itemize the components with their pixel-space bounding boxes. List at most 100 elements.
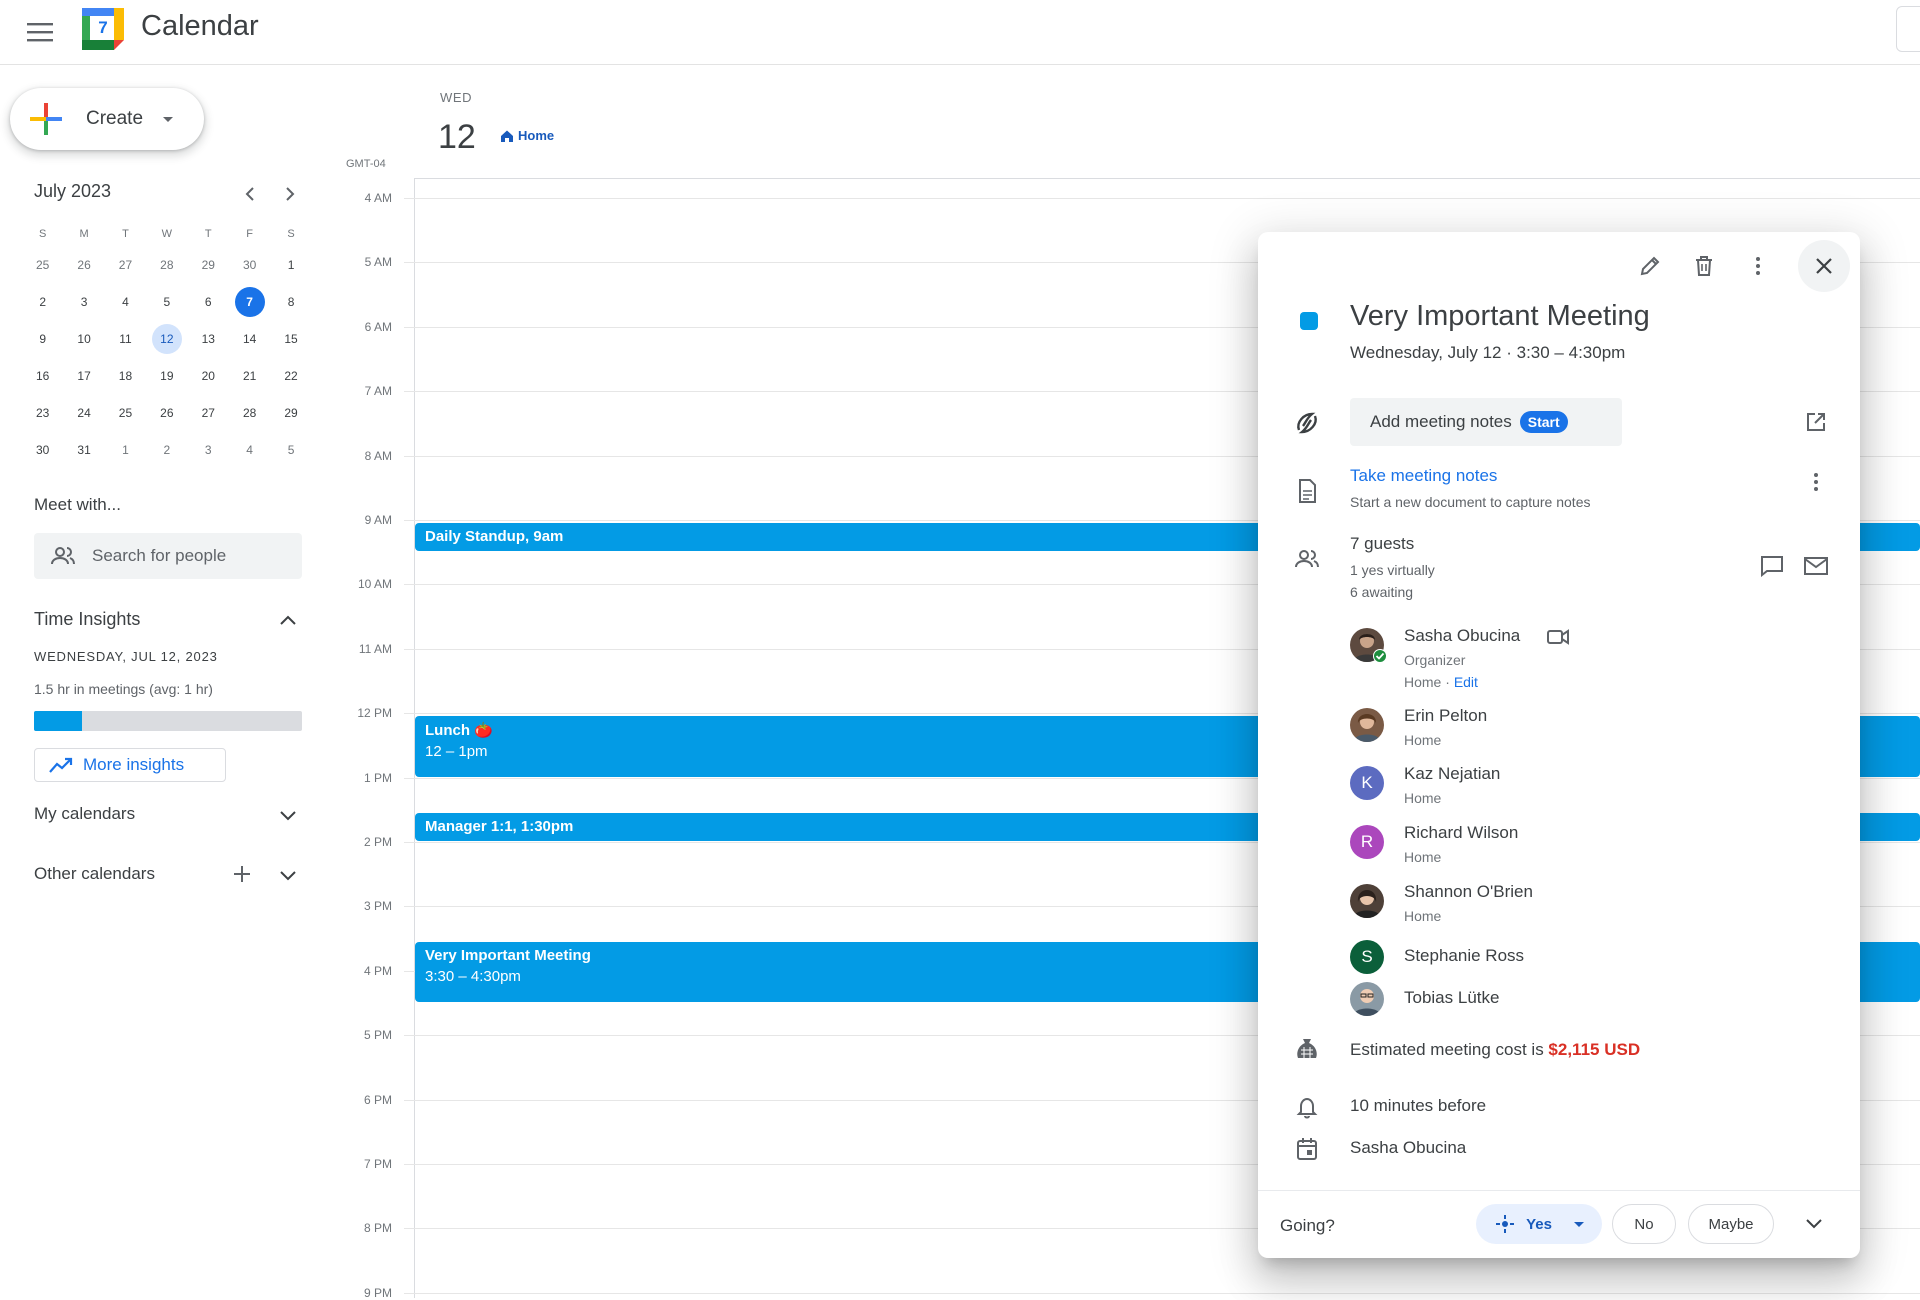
guests-icon [1295,550,1319,568]
avatar [1350,708,1384,742]
mini-calendar-day[interactable]: 29 [270,398,311,428]
guest-name: Sasha Obucina [1404,626,1521,645]
weekday-label: T [204,228,212,240]
rsvp-no-button[interactable]: No [1612,1204,1676,1244]
hour-label: 7 PM [363,1157,392,1171]
mini-calendar-day[interactable]: 2 [22,287,63,317]
my-calendars-expand-button[interactable] [272,800,304,832]
day-number: 5 [163,294,171,309]
reminder-text: 10 minutes before [1350,1096,1487,1115]
notes-options-button[interactable] [1796,462,1836,502]
mini-calendar-day[interactable]: 7 [229,286,270,317]
add-meeting-notes-button[interactable]: Add meeting notes Start [1350,398,1622,446]
hour-tick [404,262,414,264]
mini-calendar-day[interactable]: 24 [63,398,104,428]
hour-label: 1 PM [363,770,392,785]
time-insights-collapse-button[interactable] [272,604,304,636]
day-number: 23 [36,405,50,420]
accepted-check-icon [1373,649,1387,663]
mini-calendar-day[interactable]: 28 [229,398,270,428]
plus-icon [30,103,62,135]
take-meeting-notes-description: Start a new document to capture notes [1350,494,1591,510]
day-number: 7 [234,286,265,317]
trash-icon [1696,256,1712,276]
my-calendars-title: My calendars [34,804,136,823]
video-camera-icon [1547,629,1569,645]
avatar: K [1350,766,1384,800]
guest-location: Home [1404,849,1442,865]
delete-event-button[interactable] [1684,246,1724,286]
hour-label: 7 AM [364,384,392,399]
hour-tick [404,455,414,457]
mini-calendar-day[interactable]: 8 [270,287,311,317]
guest-location-text: Home [1404,674,1442,690]
day-header-divider [414,178,1920,179]
day-number: 25 [118,405,133,420]
weekday-label: S [287,228,295,240]
day-date-number[interactable]: 12 [438,118,476,157]
working-location-chip[interactable]: Home [500,128,554,143]
mini-calendar-day[interactable]: 27 [188,398,229,428]
hour-label: 8 PM [363,1221,392,1236]
meet-with-title: Meet with... [34,495,121,514]
time-insights-title: Time Insights [34,609,141,629]
avatar: S [1350,940,1384,974]
top-right-button[interactable] [1896,6,1920,52]
close-popover-button[interactable] [1798,240,1850,292]
day-weekday: WED [440,90,473,105]
hour-label: 5 AM [364,255,392,270]
more-vertical-icon [1814,473,1818,491]
open-notes-external-button[interactable] [1796,402,1836,442]
mini-calendar-day[interactable]: 3 [63,287,104,317]
mini-calendar-day[interactable]: 6 [188,287,229,317]
email-guests-button[interactable] [1796,546,1836,586]
going-label: Going? [1280,1216,1335,1235]
edit-location-link[interactable]: Edit [1454,674,1478,690]
guest-name: Tobias Lütke [1404,988,1500,1007]
other-calendars-expand-button[interactable] [272,860,304,892]
hour-tick [404,1228,414,1230]
calendar-logo[interactable]: 7 [80,6,126,52]
home-icon [501,130,513,142]
hour-label: 6 PM [363,1092,392,1107]
edit-event-button[interactable] [1630,246,1670,286]
meeting-cost-amount: $2,115 USD [1548,1040,1641,1059]
caret-down-icon[interactable] [1573,1221,1584,1227]
weekday-label: F [246,228,254,240]
start-badge: Start [1519,411,1568,433]
take-meeting-notes-link[interactable]: Take meeting notes [1350,466,1497,486]
meeting-notes-logo-icon [1297,412,1317,434]
mini-calendar-day[interactable]: 4 [105,287,146,317]
mini-calendar-weekdays: SMTWTFS [22,222,312,246]
hour-label: 11 AM [358,641,392,656]
rsvp-maybe-button[interactable]: Maybe [1688,1204,1774,1244]
hour-tick [404,1164,414,1165]
meeting-cost: Estimated meeting cost is $2,115 USD [1350,1040,1640,1060]
hour-tick [404,326,414,328]
mini-calendar-day[interactable]: 26 [146,398,187,428]
join-virtually-icon [1496,1215,1515,1233]
search-people-input[interactable] [90,545,294,567]
search-people-field[interactable] [34,533,302,579]
hour-tick [404,713,414,715]
people-icon [51,547,75,565]
chevron-down-icon [280,811,296,821]
mini-calendar-day[interactable]: 25 [105,398,146,428]
logo-day-number: 7 [98,18,108,37]
rsvp-yes-button[interactable]: Yes [1476,1204,1602,1244]
add-other-calendar-button[interactable] [226,858,258,890]
day-number: 6 [204,294,212,309]
hour-line [414,1292,1920,1294]
weekday-label: T [122,228,129,240]
mini-calendar-day[interactable]: 23 [22,398,63,428]
chat-with-guests-button[interactable] [1752,546,1792,586]
create-button[interactable]: Create [10,88,204,150]
hour-tick [404,842,414,843]
main-menu-button[interactable] [16,8,64,56]
hour-tick [404,520,414,521]
meeting-cost-prefix: Estimated meeting cost is [1350,1040,1549,1059]
mini-calendar-day[interactable]: 5 [146,287,187,317]
hour-tick [404,777,414,779]
event-options-button[interactable] [1738,246,1778,286]
rsvp-more-options-button[interactable] [1796,1206,1832,1242]
